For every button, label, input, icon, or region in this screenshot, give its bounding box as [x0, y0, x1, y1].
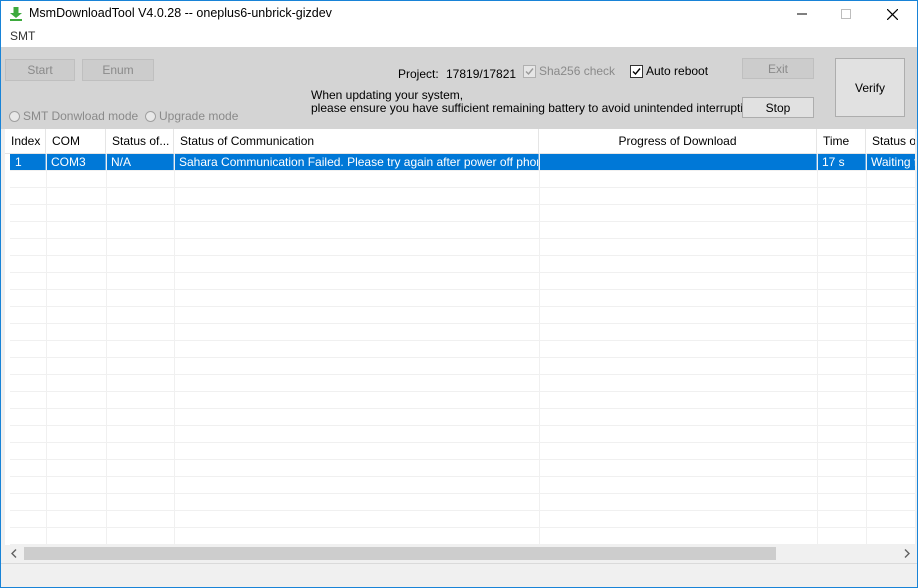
close-button[interactable]: [869, 1, 915, 27]
grid-line: [10, 187, 915, 188]
enum-button[interactable]: Enum: [82, 59, 154, 81]
cell-status: N/A: [106, 154, 174, 170]
cell-com: COM3: [46, 154, 106, 170]
grid-line: [10, 425, 915, 426]
window-title: MsmDownloadTool V4.0.28 -- oneplus6-unbr…: [29, 6, 332, 20]
column-header-time[interactable]: Time: [817, 129, 866, 153]
app-window: MsmDownloadTool V4.0.28 -- oneplus6-unbr…: [0, 0, 918, 588]
grid-line: [10, 374, 915, 375]
chevron-left-icon: [10, 549, 16, 558]
upgrade-mode-label: Upgrade mode: [159, 109, 239, 123]
cell-index: 1: [10, 154, 46, 170]
maximize-icon: [841, 9, 851, 19]
status-bar: [1, 563, 917, 587]
auto-reboot-checkbox[interactable]: Auto reboot: [630, 64, 708, 78]
grid-line: [10, 510, 915, 511]
column-header-status[interactable]: Status of...: [106, 129, 174, 153]
cell-status-2: Waiting f: [871, 155, 915, 169]
device-table: Index COM Status of... Status of Communi…: [5, 129, 915, 545]
stop-button[interactable]: Stop: [742, 97, 814, 118]
grid-line: [106, 153, 107, 545]
verify-button[interactable]: Verify: [835, 58, 905, 117]
grid-line: [174, 153, 175, 545]
checkbox-box: [630, 64, 643, 78]
grid-line: [10, 476, 915, 477]
minimize-button[interactable]: [779, 1, 825, 27]
grid-line: [10, 170, 915, 171]
column-header-status-2[interactable]: Status of: [866, 129, 915, 153]
chevron-right-icon: [904, 549, 910, 558]
column-header-progress[interactable]: Progress of Download: [539, 129, 817, 153]
start-button[interactable]: Start: [5, 59, 75, 81]
upgrade-mode-radio[interactable]: Upgrade mode: [145, 109, 238, 123]
smt-download-mode-label: SMT Donwload mode: [23, 109, 139, 123]
grid-line: [10, 323, 915, 324]
cell-progress: [539, 154, 817, 170]
menu-bar: SMT: [1, 27, 917, 47]
grid-line: [10, 459, 915, 460]
table-row[interactable]: 1 COM3 N/A Sahara Communication Failed. …: [10, 154, 915, 170]
project-label: Project:: [398, 67, 439, 81]
auto-reboot-label: Auto reboot: [646, 64, 709, 78]
column-header-communication[interactable]: Status of Communication: [174, 129, 539, 153]
grid-line: [10, 408, 915, 409]
radio-circle: [145, 110, 156, 122]
cell-time: 17 s: [817, 154, 866, 170]
control-panel: Start Enum SMT Donwload mode Upgrade mod…: [1, 47, 917, 129]
download-arrow-icon: [10, 7, 22, 21]
grid-line: [10, 289, 915, 290]
grid-line: [10, 238, 915, 239]
grid-line: [10, 221, 915, 222]
grid-line: [46, 153, 47, 545]
scroll-right-button[interactable]: [898, 545, 915, 562]
grid-line: [10, 204, 915, 205]
exit-button[interactable]: Exit: [742, 58, 814, 79]
grid-line: [866, 153, 867, 545]
checkbox-box: [523, 64, 536, 78]
grid-line: [10, 357, 915, 358]
checkmark-icon: [632, 67, 641, 75]
grid-line: [10, 272, 915, 273]
menu-item-smt[interactable]: SMT: [10, 29, 35, 43]
grid-line: [539, 153, 540, 545]
scroll-left-button[interactable]: [5, 545, 22, 562]
grid-line: [10, 391, 915, 392]
cell-communication: Sahara Communication Failed. Please try …: [174, 154, 539, 170]
battery-notice: When updating your system, please ensure…: [311, 89, 766, 115]
grid-line: [10, 493, 915, 494]
minimize-icon: [797, 13, 807, 15]
grid-line: [10, 306, 915, 307]
grid-line: [817, 153, 818, 545]
scroll-thumb[interactable]: [24, 547, 776, 560]
radio-circle: [9, 110, 20, 122]
horizontal-scrollbar[interactable]: [5, 545, 915, 562]
project-value: 17819/17821: [446, 67, 517, 81]
column-header-index[interactable]: Index: [5, 129, 46, 153]
close-icon: [886, 8, 898, 20]
sha256-check-checkbox[interactable]: Sha256 check: [523, 64, 615, 78]
grid-line: [10, 527, 915, 528]
table-header: Index COM Status of... Status of Communi…: [5, 129, 915, 154]
maximize-button[interactable]: [823, 1, 869, 27]
grid-line: [10, 340, 915, 341]
notice-line-2: please ensure you have sufficient remain…: [311, 101, 766, 115]
column-header-com[interactable]: COM: [46, 129, 106, 153]
sha256-check-label: Sha256 check: [539, 64, 616, 78]
title-bar[interactable]: MsmDownloadTool V4.0.28 -- oneplus6-unbr…: [1, 1, 917, 27]
checkmark-icon: [525, 67, 534, 75]
grid-line: [10, 442, 915, 443]
grid-line: [10, 255, 915, 256]
smt-download-mode-radio[interactable]: SMT Donwload mode: [9, 109, 138, 123]
